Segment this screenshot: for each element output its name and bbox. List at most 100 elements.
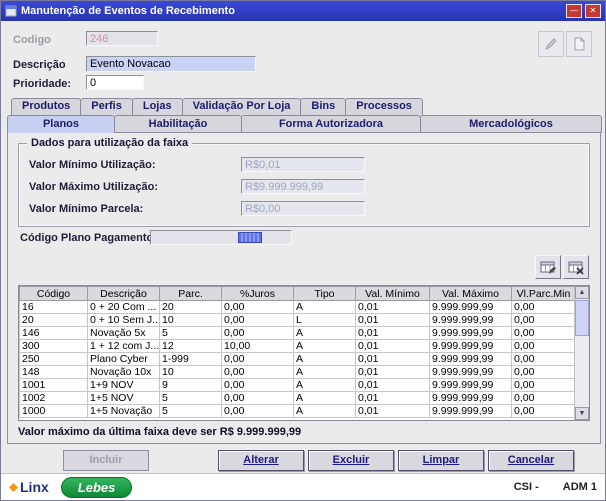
- titlebar[interactable]: Manutenção de Eventos de Recebimento — ✕: [1, 1, 605, 21]
- column-header[interactable]: Código: [19, 286, 88, 301]
- table-cell: 1 + 12 com J...: [87, 339, 160, 353]
- new-document-button[interactable]: [566, 31, 592, 57]
- table-cell: 1+9 NOV: [87, 378, 160, 392]
- prioridade-label: Prioridade:: [13, 78, 72, 90]
- linx-spark-icon: [9, 482, 18, 492]
- table-delete-icon: [568, 261, 584, 275]
- column-header[interactable]: Val. Mínimo: [355, 286, 430, 301]
- table-row[interactable]: 146 Novação 5x 5 0,00 A 0,01 9.999.999,99 0,00: [19, 326, 576, 340]
- table-cell: 1-999: [159, 352, 222, 366]
- table-cell: 12: [159, 339, 222, 353]
- scrollbar-thumb[interactable]: [237, 232, 262, 243]
- close-button[interactable]: ✕: [585, 4, 601, 18]
- tab-forma-autorizadora[interactable]: Forma Autorizadora: [241, 115, 421, 133]
- table-row[interactable]: 1000 1+5 Novação 5 0,00 A 0,01 9.999.999,99 0,0…: [19, 404, 576, 418]
- valor-minimo-utilizacao-field[interactable]: R$0,01: [241, 157, 365, 172]
- table-cell: 9: [159, 378, 222, 392]
- table-cell: 9.999.999,99: [429, 300, 512, 314]
- table-row[interactable]: 148 Novação 10x 10 0,00 A 0,01 9.999.999,99 0,0…: [19, 365, 576, 379]
- table-cell: 9.999.999,99: [429, 365, 512, 379]
- table-cell: 0,01: [355, 365, 430, 379]
- column-header[interactable]: Descrição: [87, 286, 160, 301]
- valor-maximo-utilizacao-label: Valor Máximo Utilização:: [29, 181, 158, 193]
- incluir-button[interactable]: Incluir: [63, 450, 149, 471]
- column-header[interactable]: Val. Máximo: [429, 286, 512, 301]
- column-header[interactable]: Tipo: [293, 286, 356, 301]
- table-cell: 1002: [19, 391, 88, 405]
- codigo-plano-pagamento-label: Código Plano Pagamento: [20, 232, 154, 244]
- valor-minimo-parcela-label: Valor Mínimo Parcela:: [29, 203, 144, 215]
- table-cell: 10: [159, 313, 222, 327]
- table-cell: 1+5 Novação: [87, 404, 160, 418]
- prioridade-field[interactable]: 0: [86, 75, 144, 90]
- dialog-window: Manutenção de Eventos de Recebimento — ✕…: [0, 0, 606, 501]
- edit-plan-row-button[interactable]: [535, 255, 561, 279]
- table-row[interactable]: 16 0 + 20 Com ... 20 0,00 A 0,01 9.999.999,99 0…: [19, 300, 576, 314]
- limpar-button[interactable]: Limpar: [398, 450, 484, 471]
- table-cell: A: [293, 365, 356, 379]
- table-cell: 148: [19, 365, 88, 379]
- codigo-plano-pagamento-scrollbar[interactable]: [150, 230, 292, 245]
- cancelar-button[interactable]: Cancelar: [488, 450, 574, 471]
- codigo-label: Codigo: [13, 34, 51, 46]
- table-cell: 9.999.999,99: [429, 339, 512, 353]
- table-cell: 9.999.999,99: [429, 313, 512, 327]
- valor-minimo-parcela-field[interactable]: R$0,00: [241, 201, 365, 216]
- column-header[interactable]: %Juros: [221, 286, 294, 301]
- table-vertical-scrollbar[interactable]: ▲ ▼: [574, 286, 589, 420]
- table-cell: 0 + 20 Com ...: [87, 300, 160, 314]
- tab-bins[interactable]: Bins: [300, 98, 347, 115]
- table-row[interactable]: 1001 1+9 NOV 9 0,00 A 0,01 9.999.999,99 0,00: [19, 378, 576, 392]
- tab-mercadologicos[interactable]: Mercadológicos: [420, 115, 602, 133]
- column-header[interactable]: Vl.Parc.Min: [511, 286, 576, 301]
- table-cell: 300: [19, 339, 88, 353]
- scrollbar-thumb[interactable]: [575, 300, 589, 336]
- document-icon: [574, 37, 585, 51]
- max-value-note: Valor máximo da última faixa deve ser R$…: [18, 426, 302, 438]
- table-row[interactable]: 1002 1+5 NOV 5 0,00 A 0,01 9.999.999,99 0,00: [19, 391, 576, 405]
- tab-planos[interactable]: Planos: [7, 115, 115, 133]
- table-cell: 0,00: [511, 352, 576, 366]
- table-cell: 0,01: [355, 352, 430, 366]
- table-cell: 0,00: [511, 313, 576, 327]
- table-cell: 0,00: [221, 352, 294, 366]
- codigo-field[interactable]: 246: [86, 31, 158, 46]
- statusbar: Linx Lebes CSI - ADM 1: [1, 473, 605, 500]
- linx-logo: Linx: [9, 479, 49, 495]
- excluir-button[interactable]: Excluir: [308, 450, 394, 471]
- minimize-button[interactable]: —: [566, 4, 582, 18]
- table-cell: 0,01: [355, 313, 430, 327]
- table-cell: 9.999.999,99: [429, 326, 512, 340]
- tab-lojas[interactable]: Lojas: [131, 98, 183, 115]
- faixa-groupbox-title: Dados para utilização da faixa: [27, 137, 193, 149]
- tab-habilitacao[interactable]: Habilitação: [114, 115, 242, 133]
- delete-plan-row-button[interactable]: [563, 255, 589, 279]
- tab-perfis[interactable]: Perfis: [80, 98, 133, 115]
- plan-table-body: 16 0 + 20 Com ... 20 0,00 A 0,01 9.999.999,99 0…: [19, 300, 576, 418]
- table-cell: 0,00: [221, 300, 294, 314]
- table-cell: 0,01: [355, 404, 430, 418]
- tab-processos[interactable]: Processos: [345, 98, 423, 115]
- alterar-button[interactable]: Alterar: [218, 450, 304, 471]
- status-adm: ADM 1: [562, 481, 597, 493]
- tab-validacao-por-loja[interactable]: Validação Por Loja: [181, 98, 302, 115]
- edit-button[interactable]: [538, 31, 564, 57]
- valor-maximo-utilizacao-field[interactable]: R$9.999.999,99: [241, 179, 365, 194]
- table-cell: 0,00: [221, 365, 294, 379]
- table-cell: 0,00: [511, 300, 576, 314]
- scroll-up-icon[interactable]: ▲: [575, 286, 589, 299]
- table-row[interactable]: 20 0 + 10 Sem J... 10 0,00 L 0,01 9.999.999,99…: [19, 313, 576, 327]
- table-row[interactable]: 300 1 + 12 com J... 12 10,00 A 0,01 9.999.999,…: [19, 339, 576, 353]
- scroll-down-icon[interactable]: ▼: [575, 407, 589, 420]
- status-csi: CSI -: [513, 481, 539, 493]
- descricao-field[interactable]: Evento Novacao: [86, 56, 256, 72]
- table-cell: 5: [159, 391, 222, 405]
- table-cell: 9.999.999,99: [429, 404, 512, 418]
- tab-bar-bottom: Planos Habilitação Forma Autorizadora Me…: [7, 115, 602, 133]
- table-cell: A: [293, 300, 356, 314]
- tab-produtos[interactable]: Produtos: [11, 98, 82, 115]
- table-row[interactable]: 250 Plano Cyber 1-999 0,00 A 0,01 9.999.999,99…: [19, 352, 576, 366]
- table-cell: Novação 5x: [87, 326, 160, 340]
- pencil-icon: [545, 38, 557, 50]
- column-header[interactable]: Parc.: [159, 286, 222, 301]
